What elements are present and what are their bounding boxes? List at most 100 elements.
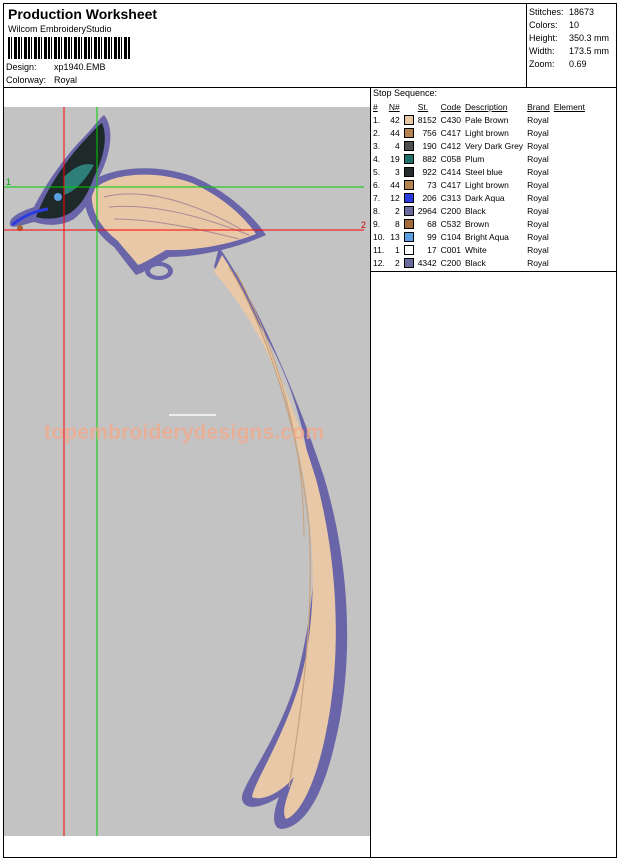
row-index: 9. bbox=[373, 218, 381, 229]
color-swatch bbox=[403, 127, 414, 138]
row-swatch bbox=[402, 217, 416, 230]
row-index: 4. bbox=[373, 153, 381, 164]
stat-label: Height: bbox=[529, 33, 558, 43]
row-element bbox=[552, 217, 587, 230]
row-n: 4 bbox=[394, 140, 400, 151]
row-swatch bbox=[402, 152, 416, 165]
guide-marker-2: 2 bbox=[361, 220, 367, 230]
row-element bbox=[552, 139, 587, 152]
colorway-value: Royal bbox=[54, 75, 78, 85]
row-stitches: 99 bbox=[427, 231, 437, 242]
row-n: 2 bbox=[394, 205, 400, 216]
row-swatch bbox=[402, 191, 416, 204]
col-index: # bbox=[373, 101, 378, 112]
table-row: 12. 2 4342 C200 Black Royal bbox=[371, 256, 587, 269]
row-brand: Royal bbox=[527, 166, 549, 177]
row-element bbox=[552, 204, 587, 217]
color-swatch bbox=[403, 114, 414, 125]
design-label: Design: bbox=[6, 62, 37, 72]
row-code: C200 bbox=[440, 257, 461, 268]
row-code: C414 bbox=[440, 166, 461, 177]
col-element: Element bbox=[553, 101, 585, 112]
table-row: 9. 8 68 C532 Brown Royal bbox=[371, 217, 587, 230]
row-n: 13 bbox=[390, 231, 400, 242]
row-stitches: 922 bbox=[422, 166, 437, 177]
row-brand: Royal bbox=[527, 205, 549, 216]
row-element bbox=[552, 243, 587, 256]
row-description: Very Dark Grey bbox=[464, 140, 524, 151]
color-swatch bbox=[403, 153, 414, 164]
row-code: C532 bbox=[440, 218, 461, 229]
row-element bbox=[552, 165, 587, 178]
row-index: 10. bbox=[373, 231, 385, 242]
row-element bbox=[552, 113, 587, 126]
row-description: White bbox=[464, 244, 487, 255]
row-index: 3. bbox=[373, 140, 381, 151]
stat-label: Stitches: bbox=[529, 7, 564, 17]
color-swatch bbox=[403, 179, 414, 190]
header-divider bbox=[4, 87, 616, 88]
stop-sequence-title: Stop Sequence: bbox=[373, 88, 438, 98]
row-n: 1 bbox=[394, 244, 400, 255]
row-brand: Royal bbox=[527, 140, 549, 151]
row-swatch bbox=[402, 126, 416, 139]
row-code: C313 bbox=[440, 192, 461, 203]
guide-marker-1: 1 bbox=[6, 177, 12, 187]
row-index: 1. bbox=[373, 114, 381, 125]
row-stitches: 756 bbox=[422, 127, 437, 138]
software-name: Wilcom EmbroideryStudio bbox=[8, 24, 112, 34]
colorway-label: Colorway: bbox=[6, 75, 47, 85]
design-preview: 1 2 topembroiderydesigns.com bbox=[4, 107, 370, 836]
table-row: 3. 4 190 C412 Very Dark Grey Royal bbox=[371, 139, 587, 152]
stats-panel: Stitches: 18673 Colors: 10 Height: 350.3 mm… bbox=[529, 6, 609, 71]
color-swatch bbox=[403, 244, 414, 255]
col-brand: Brand bbox=[527, 101, 550, 112]
row-index: 11. bbox=[373, 244, 385, 255]
row-code: C417 bbox=[440, 127, 461, 138]
row-stitches: 8152 bbox=[417, 114, 437, 125]
stats-divider bbox=[526, 4, 527, 87]
row-description: Light brown bbox=[464, 179, 509, 190]
color-swatch bbox=[403, 231, 414, 242]
design-value: xp1940.EMB bbox=[54, 62, 106, 72]
row-brand: Royal bbox=[527, 257, 549, 268]
col-swatch bbox=[402, 100, 416, 113]
row-stitches: 2964 bbox=[417, 205, 437, 216]
color-swatch bbox=[403, 192, 414, 203]
row-description: Brown bbox=[464, 218, 490, 229]
row-stitches: 73 bbox=[427, 179, 437, 190]
color-swatch bbox=[403, 205, 414, 216]
row-brand: Royal bbox=[527, 231, 549, 242]
table-row: 10. 13 99 C104 Bright Aqua Royal bbox=[371, 230, 587, 243]
col-st: St. bbox=[417, 101, 429, 112]
row-stitches: 68 bbox=[427, 218, 437, 229]
row-code: C058 bbox=[440, 153, 461, 164]
row-description: Light brown bbox=[464, 127, 509, 138]
row-n: 3 bbox=[394, 166, 400, 177]
bird-embroidery-image bbox=[4, 107, 364, 836]
table-row: 7. 12 206 C313 Dark Aqua Royal bbox=[371, 191, 587, 204]
watermark-text: topembroiderydesigns.com bbox=[44, 421, 325, 444]
table-row: 1. 42 8152 C430 Pale Brown Royal bbox=[371, 113, 587, 126]
row-brand: Royal bbox=[527, 127, 549, 138]
row-index: 8. bbox=[373, 205, 381, 216]
row-stitches: 882 bbox=[422, 153, 437, 164]
table-row: 6. 44 73 C417 Light brown Royal bbox=[371, 178, 587, 191]
stat-colors: Colors: 10 bbox=[529, 19, 609, 32]
row-swatch bbox=[402, 243, 416, 256]
row-n: 12 bbox=[390, 192, 400, 203]
stat-stitches: Stitches: 18673 bbox=[529, 6, 609, 19]
stat-value: 0.69 bbox=[569, 59, 587, 69]
row-description: Plum bbox=[464, 153, 485, 164]
row-n: 44 bbox=[390, 127, 400, 138]
color-swatch bbox=[403, 218, 414, 229]
stat-height: Height: 350.3 mm bbox=[529, 32, 609, 45]
table-bottom-line bbox=[371, 271, 616, 272]
row-element bbox=[552, 191, 587, 204]
table-row: 2. 44 756 C417 Light brown Royal bbox=[371, 126, 587, 139]
row-index: 7. bbox=[373, 192, 381, 203]
stat-label: Colors: bbox=[529, 20, 558, 30]
table-header-row: # N# St. Code Description Brand Element bbox=[371, 100, 587, 113]
row-description: Dark Aqua bbox=[464, 192, 505, 203]
row-description: Bright Aqua bbox=[464, 231, 509, 242]
